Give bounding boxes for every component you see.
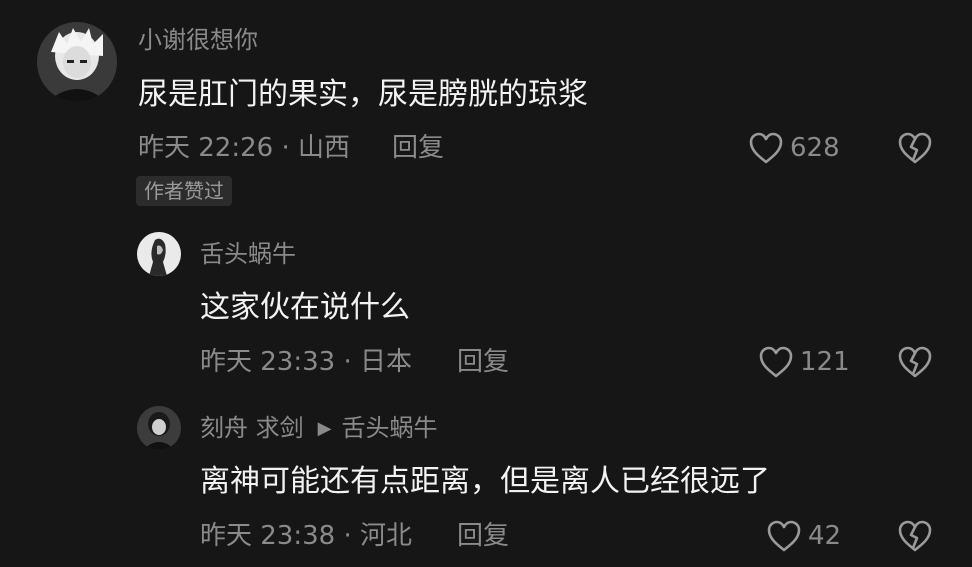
dislike-button[interactable] [897,519,933,553]
broken-heart-icon [897,131,933,165]
dislike-button[interactable] [897,345,933,379]
like-count: 42 [808,521,842,551]
comment-item: 小谢很想你 尿是肛门的果实，尿是膀胱的琼浆 昨天 22:26 · 山西 回复 6… [0,0,972,210]
comment-text: 这家伙在说什么 [200,290,410,325]
heart-outline-icon [748,131,784,165]
heart-outline-icon [766,519,802,553]
like-count: 121 [800,347,850,377]
like-button[interactable]: 121 [758,345,850,379]
username[interactable]: 小谢很想你 [138,28,258,52]
heart-outline-icon [758,345,794,379]
reply-target[interactable]: 舌头蜗牛 [341,414,437,442]
username[interactable]: 舌头蜗牛 [200,242,296,266]
reply-button[interactable]: 回复 [457,523,509,549]
avatar[interactable] [37,22,117,102]
like-button[interactable]: 628 [748,131,840,165]
play-triangle-icon: ▶ [317,418,332,439]
broken-heart-icon [897,519,933,553]
reply-author[interactable]: 刻舟 求剑 [200,414,304,442]
comment-meta: 昨天 23:38 · 河北 [200,521,412,551]
comment-text: 离神可能还有点距离，但是离人已经很远了 [200,464,770,499]
reply-button[interactable]: 回复 [392,135,444,161]
like-button[interactable]: 42 [766,519,841,553]
comment-meta: 昨天 23:33 · 日本 [200,347,412,377]
avatar[interactable] [137,232,181,276]
username: 刻舟 求剑 ▶ 舌头蜗牛 [200,416,437,440]
like-count: 628 [790,133,840,163]
comment-text: 尿是肛门的果实，尿是膀胱的琼浆 [138,77,588,112]
dislike-button[interactable] [897,131,933,165]
broken-heart-icon [897,345,933,379]
comment-meta: 昨天 22:26 · 山西 [138,133,350,163]
avatar[interactable] [137,406,181,450]
author-liked-badge: 作者赞过 [136,176,232,206]
reply-button[interactable]: 回复 [457,349,509,375]
